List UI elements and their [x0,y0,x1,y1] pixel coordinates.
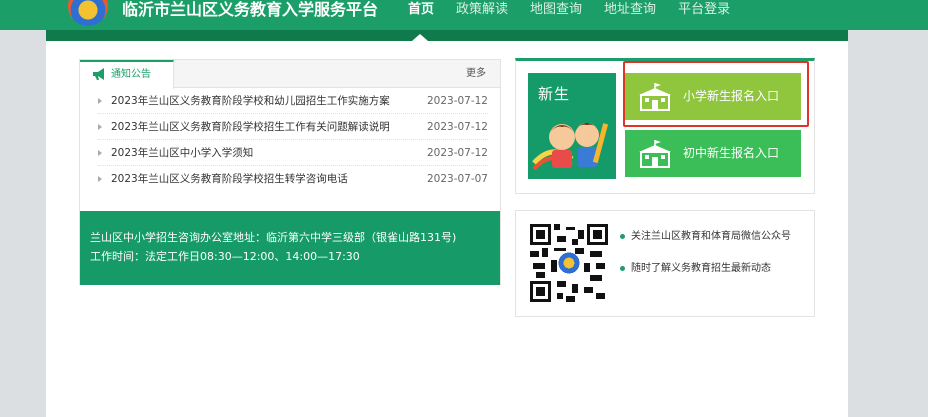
tab-notices-label: 通知公告 [111,69,151,80]
wechat-info: 关注兰山区教育和体育局微信公众号 随时了解义务教育招生最新动态 [620,229,791,293]
bullet-arrow-icon [98,98,102,104]
list-item[interactable]: 2023年兰山区义务教育阶段学校招生工作有关问题解读说明 2023-07-12 [98,114,488,140]
header-band [46,30,848,41]
news-date: 2023-07-12 [426,95,488,107]
wechat-info-line: 随时了解义务教育招生最新动态 [620,261,791,293]
news-title: 2023年兰山区义务教育阶段学校招生工作有关问题解读说明 [111,121,390,133]
wechat-follow-text: 关注兰山区教育和体育局微信公众号 [631,231,791,242]
logo-icon [68,0,108,26]
news-date: 2023-07-12 [426,121,488,133]
nav-policy[interactable]: 政策解读 [456,0,508,22]
middle-school-register-button[interactable]: 初中新生报名入口 [625,130,801,177]
tab-notices[interactable]: 通知公告 [80,60,174,89]
main-content: 通知公告 更多 2023年兰山区义务教育阶段学校和幼儿园招生工作实施方案 202… [46,41,848,417]
consult-office-notice: 兰山区中小学招生咨询办公室地址：临沂第六中学三级部（银雀山路131号) 工作时间… [80,211,500,285]
list-item[interactable]: 2023年兰山区中小学入学须知 2023-07-12 [98,140,488,166]
school-building-icon [639,140,671,168]
more-link[interactable]: 更多 [466,60,486,88]
registration-panel: 新生 小学新生报名入口 初中新生报名入口 [515,58,815,194]
news-title: 2023年兰山区中小学入学须知 [111,147,254,159]
bullet-dot-icon [620,233,625,239]
megaphone-icon [93,68,104,80]
active-nav-indicator [412,34,428,41]
nav-map-search[interactable]: 地图查询 [530,0,582,22]
school-building-icon [639,83,671,111]
list-item[interactable]: 2023年兰山区义务教育阶段学校和幼儿园招生工作实施方案 2023-07-12 [98,88,488,114]
newborn-label: 新生 [538,85,571,103]
nav-home[interactable]: 首页 [408,0,434,22]
news-panel: 通知公告 更多 2023年兰山区义务教育阶段学校和幼儿园招生工作实施方案 202… [79,59,501,285]
bullet-dot-icon [620,265,625,271]
news-date: 2023-07-12 [426,147,488,159]
qr-code-icon [530,224,608,302]
bullet-arrow-icon [98,150,102,156]
office-address: 兰山区中小学招生咨询办公室地址：临沂第六中学三级部（银雀山路131号) [90,231,457,244]
middle-school-register-label: 初中新生报名入口 [683,146,780,160]
site-title: 临沂市兰山区义务教育入学服务平台 [122,0,379,19]
news-list: 2023年兰山区义务教育阶段学校和幼儿园招生工作实施方案 2023-07-12 … [98,88,488,192]
wechat-news-text: 随时了解义务教育招生最新动态 [631,263,771,274]
wechat-info-line: 关注兰山区教育和体育局微信公众号 [620,229,791,261]
bullet-arrow-icon [98,124,102,130]
primary-school-register-button[interactable]: 小学新生报名入口 [625,73,801,120]
list-item[interactable]: 2023年兰山区义务教育阶段学校招生转学咨询电话 2023-07-07 [98,166,488,192]
bullet-arrow-icon [98,176,102,182]
site-header: 临沂市兰山区义务教育入学服务平台 首页 政策解读 地图查询 地址查询 平台登录 [0,0,928,30]
nav-address-search[interactable]: 地址查询 [604,0,656,22]
children-illustration-icon [532,123,609,171]
news-date: 2023-07-07 [426,173,488,185]
news-title: 2023年兰山区义务教育阶段学校招生转学咨询电话 [111,173,348,185]
nav-login[interactable]: 平台登录 [678,0,730,22]
news-tab-bar: 通知公告 更多 [80,60,500,89]
wechat-qr-panel: 关注兰山区教育和体育局微信公众号 随时了解义务教育招生最新动态 [515,210,815,317]
news-title: 2023年兰山区义务教育阶段学校和幼儿园招生工作实施方案 [111,95,390,107]
office-hours: 工作时间：法定工作日08:30—12:00、14:00—17:30 [90,250,360,263]
primary-school-register-label: 小学新生报名入口 [683,89,780,103]
newborn-banner: 新生 [528,73,616,179]
main-nav: 首页 政策解读 地图查询 地址查询 平台登录 [408,0,752,22]
